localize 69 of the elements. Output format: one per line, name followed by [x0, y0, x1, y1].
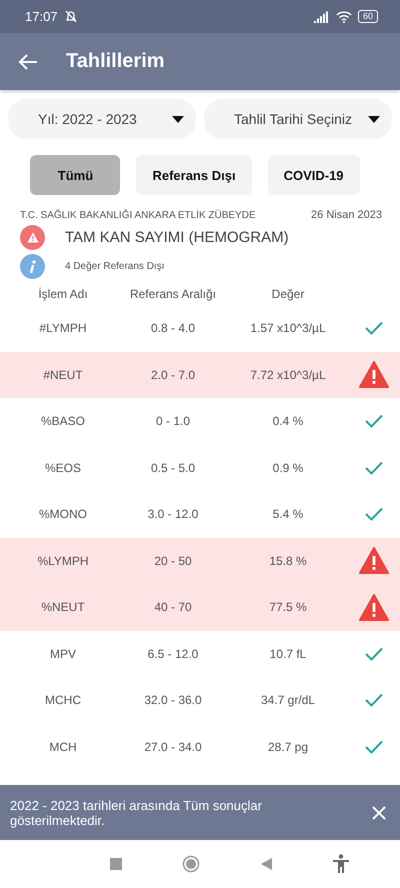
value-cell-text: 7.72 x10^3/µL	[249, 368, 327, 382]
check-icon	[365, 740, 383, 754]
check-icon	[365, 507, 383, 522]
close-icon[interactable]	[372, 806, 386, 820]
dropdown[interactable]: Yıl: 2022 - 2023	[8, 99, 196, 139]
range-cell-text: 0 - 1.0	[154, 414, 192, 428]
dropdown-caret-icon	[368, 116, 380, 122]
home-icon[interactable]	[182, 855, 200, 873]
test-cell-text: MPV	[48, 646, 77, 661]
accessibility-icon[interactable]	[332, 854, 350, 874]
value-cell-text: 1.57 x10^3/µL	[249, 321, 327, 336]
range-cell-text: 27.0 - 34.0	[143, 740, 203, 754]
dropdown[interactable]: Tahlil Tarihi Seçiniz	[204, 99, 392, 139]
warning-icon	[359, 594, 389, 621]
range-cell-text: 32.0 - 36.0	[143, 693, 203, 708]
filter-tab[interactable]: COVID-19	[268, 155, 360, 195]
signal-icon	[314, 10, 330, 22]
battery-icon: 60	[358, 10, 378, 23]
range-cell-text: 3.0 - 12.0	[146, 507, 200, 522]
range-cell-text: 0.8 - 4.0	[150, 321, 196, 336]
column-header: İşlem Adı	[37, 287, 89, 301]
warning-icon	[20, 225, 45, 250]
test-cell-text: %MONO	[38, 507, 88, 522]
range-cell-text: 0.5 - 5.0	[150, 460, 196, 475]
value-cell-text: 34.7 gr/dL	[260, 693, 316, 708]
filter-tab[interactable]: Referans Dışı	[136, 155, 252, 195]
column-header: Değer	[270, 287, 306, 301]
out-of-range-summary: 4 Değer Referans Dışı	[65, 261, 164, 272]
info-icon	[20, 254, 45, 279]
check-icon	[365, 646, 383, 661]
institution-name: T.C. SAĞLIK BAKANLIĞI ANKARA ETLİK ZÜBEYDE	[20, 210, 256, 220]
value-cell-text: 77.5 %	[268, 600, 308, 614]
back-arrow-icon[interactable]	[18, 52, 38, 70]
muted-notification-icon	[64, 10, 78, 23]
check-icon	[365, 460, 383, 475]
value-cell-text: 28.7 pg	[266, 740, 310, 754]
column-header: Referans Aralığı	[128, 287, 218, 301]
value-cell-text: 0.4 %	[272, 414, 304, 428]
test-cell-text: %BASO	[40, 414, 86, 428]
report-date: 26 Nisan 2023	[311, 209, 382, 221]
page-title: Tahlillerim	[66, 50, 165, 73]
back-icon[interactable]	[260, 858, 272, 870]
warning-icon	[359, 547, 389, 574]
test-cell-text: %LYMPH	[36, 554, 90, 568]
test-cell-text: #LYMPH	[38, 321, 88, 336]
check-icon	[365, 693, 383, 708]
test-cell-text: MCHC	[44, 693, 82, 708]
value-cell-text: 15.8 %	[268, 554, 308, 568]
dropdown-caret-icon	[172, 116, 184, 122]
range-cell-text: 2.0 - 7.0	[150, 368, 196, 382]
recent-apps-icon[interactable]	[110, 858, 122, 870]
test-cell-text: %EOS	[44, 460, 82, 475]
filter-tab[interactable]: Tümü	[30, 155, 120, 195]
value-cell-text: 10.7 fL	[268, 646, 308, 661]
check-icon	[365, 414, 383, 428]
test-cell-text: MCH	[48, 740, 78, 754]
range-cell-text: 20 - 50	[153, 554, 193, 568]
check-icon	[365, 321, 383, 336]
range-cell-text: 40 - 70	[153, 600, 193, 614]
wifi-icon	[336, 10, 352, 22]
status-time: 17:07	[25, 9, 58, 24]
value-cell-text: 5.4 %	[272, 507, 304, 522]
test-cell-text: %NEUT	[40, 600, 86, 614]
warning-icon	[359, 361, 389, 388]
range-cell-text: 6.5 - 12.0	[146, 646, 200, 661]
test-cell-text: #NEUT	[42, 368, 84, 382]
snackbar-message: 2022 - 2023 tarihleri arasında Tüm sonuçlar gösterilmektedir.	[10, 798, 263, 828]
value-cell-text: 0.9 %	[272, 460, 304, 475]
test-name: TAM KAN SAYIMI (HEMOGRAM)	[65, 229, 289, 246]
